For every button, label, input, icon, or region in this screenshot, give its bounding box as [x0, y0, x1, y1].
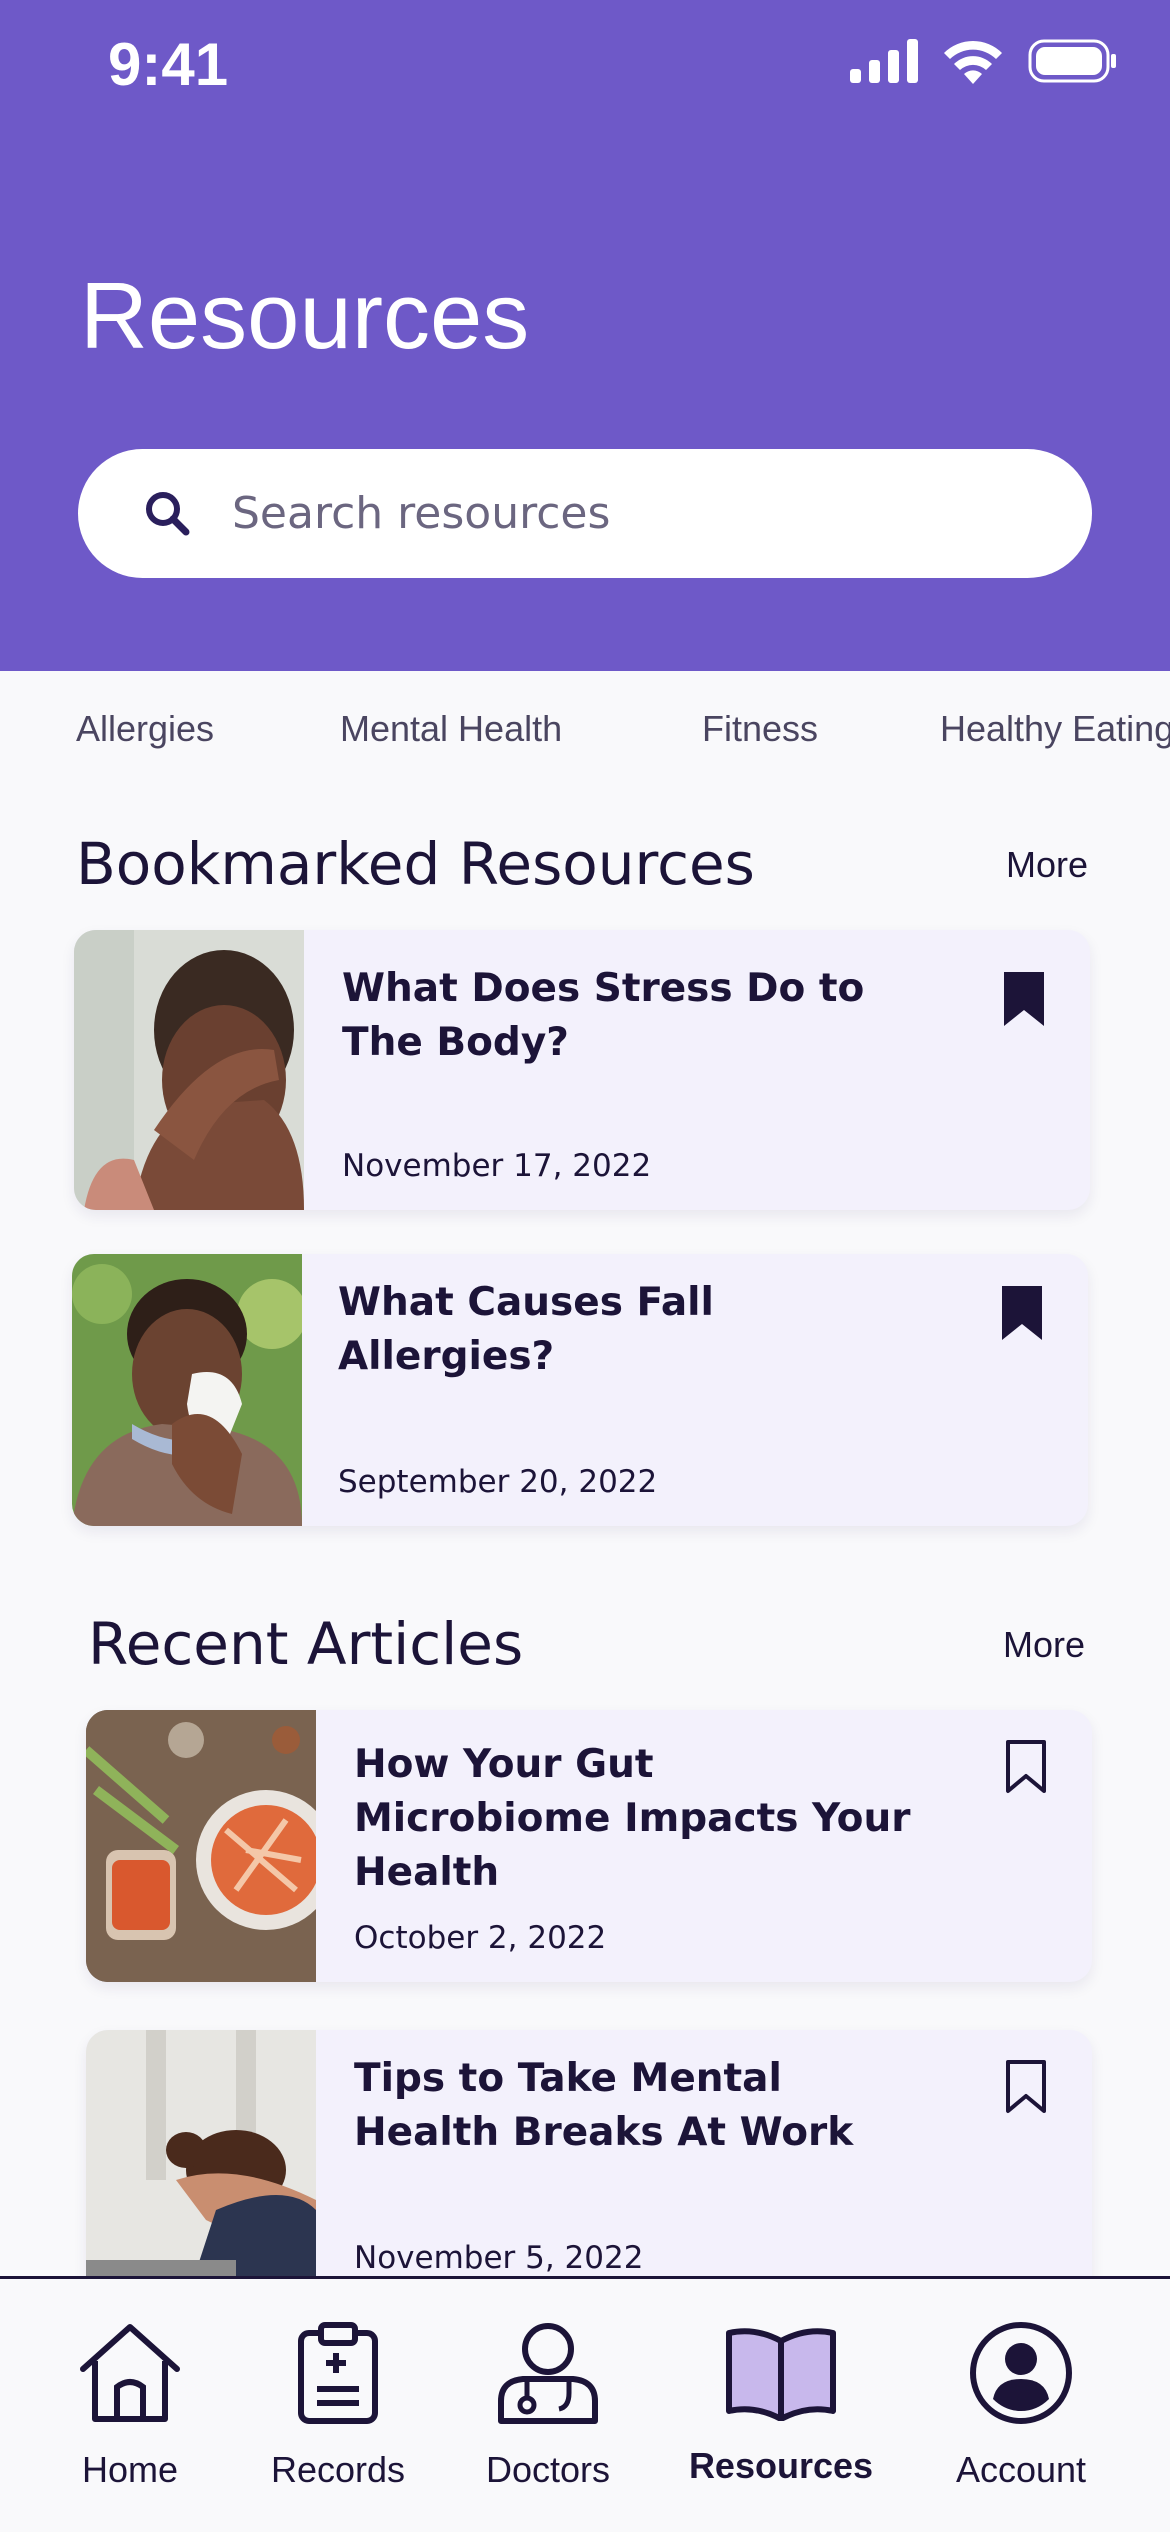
- category-mental-health[interactable]: Mental Health: [340, 708, 562, 750]
- category-healthy-eating[interactable]: Healthy Eating: [940, 708, 1170, 750]
- card-title: What Does Stress Do to The Body?: [342, 966, 865, 1065]
- wifi-icon: [944, 40, 1002, 84]
- tab-account[interactable]: Account: [928, 2279, 1114, 2532]
- card-date: October 2, 2022: [354, 1920, 607, 1956]
- tab-doctors[interactable]: Doctors: [456, 2279, 640, 2532]
- tab-label: Account: [955, 2449, 1087, 2490]
- home-icon: [80, 2324, 180, 2422]
- page-title: Resources: [80, 263, 530, 368]
- tab-label: Doctors: [485, 2449, 611, 2490]
- category-allergies[interactable]: Allergies: [76, 708, 214, 750]
- tab-label: Records: [270, 2449, 406, 2490]
- tab-label: Home: [81, 2449, 179, 2490]
- stress-article-image: [74, 930, 304, 1210]
- tab-records[interactable]: Records: [248, 2279, 428, 2532]
- bookmark-filled-icon[interactable]: [1002, 970, 1046, 1028]
- bookmarked-section-title: Bookmarked Resources: [76, 830, 755, 898]
- tab-home[interactable]: Home: [40, 2279, 220, 2532]
- category-fitness[interactable]: Fitness: [702, 708, 818, 750]
- search-input[interactable]: [232, 488, 1032, 539]
- card-title: How Your Gut Microbiome Impacts Your Hea…: [354, 1742, 911, 1895]
- card-date: September 20, 2022: [338, 1464, 658, 1500]
- bookmarked-more-link[interactable]: More: [1006, 844, 1088, 886]
- gut-article-image: [86, 1710, 316, 1982]
- search-bar[interactable]: [78, 449, 1092, 578]
- allergies-article-image: [72, 1254, 302, 1526]
- bookmark-outline-icon[interactable]: [1004, 1738, 1048, 1796]
- doctor-icon: [498, 2323, 598, 2424]
- bookmark-filled-icon[interactable]: [1000, 1284, 1044, 1342]
- tab-resources[interactable]: Resources: [676, 2279, 886, 2532]
- tab-label: Resources: [688, 2445, 874, 2486]
- search-icon: [146, 491, 190, 535]
- recent-section-title: Recent Articles: [88, 1610, 524, 1678]
- article-card[interactable]: How Your Gut Microbiome Impacts Your Hea…: [86, 1710, 1092, 1982]
- recent-more-link[interactable]: More: [1003, 1624, 1085, 1666]
- book-icon: [726, 2328, 836, 2421]
- bookmark-outline-icon[interactable]: [1004, 2058, 1048, 2116]
- battery-icon: [1028, 39, 1116, 83]
- article-card[interactable]: Tips to Take Mental Health Breaks At Wor…: [86, 2030, 1092, 2302]
- mental-health-article-image: [86, 2030, 316, 2302]
- category-tabs: Allergies Mental Health Fitness Healthy …: [0, 700, 1170, 770]
- card-title: Tips to Take Mental Health Breaks At Wor…: [354, 2056, 854, 2155]
- signal-icon: [850, 39, 918, 83]
- account-icon: [970, 2322, 1072, 2424]
- bookmarked-card[interactable]: What Does Stress Do to The Body? Novembe…: [74, 930, 1090, 1210]
- status-icons: [850, 38, 1118, 84]
- card-title: What Causes Fall Allergies?: [338, 1280, 714, 1379]
- tab-bar: Home Records Doctors Resources Account: [0, 2276, 1170, 2532]
- status-time: 9:41: [108, 31, 229, 98]
- header: 9:41 Resources: [0, 0, 1170, 671]
- clipboard-icon: [298, 2322, 378, 2424]
- card-date: November 5, 2022: [354, 2240, 644, 2276]
- card-date: November 17, 2022: [342, 1148, 652, 1184]
- bookmarked-card[interactable]: What Causes Fall Allergies? September 20…: [72, 1254, 1088, 1526]
